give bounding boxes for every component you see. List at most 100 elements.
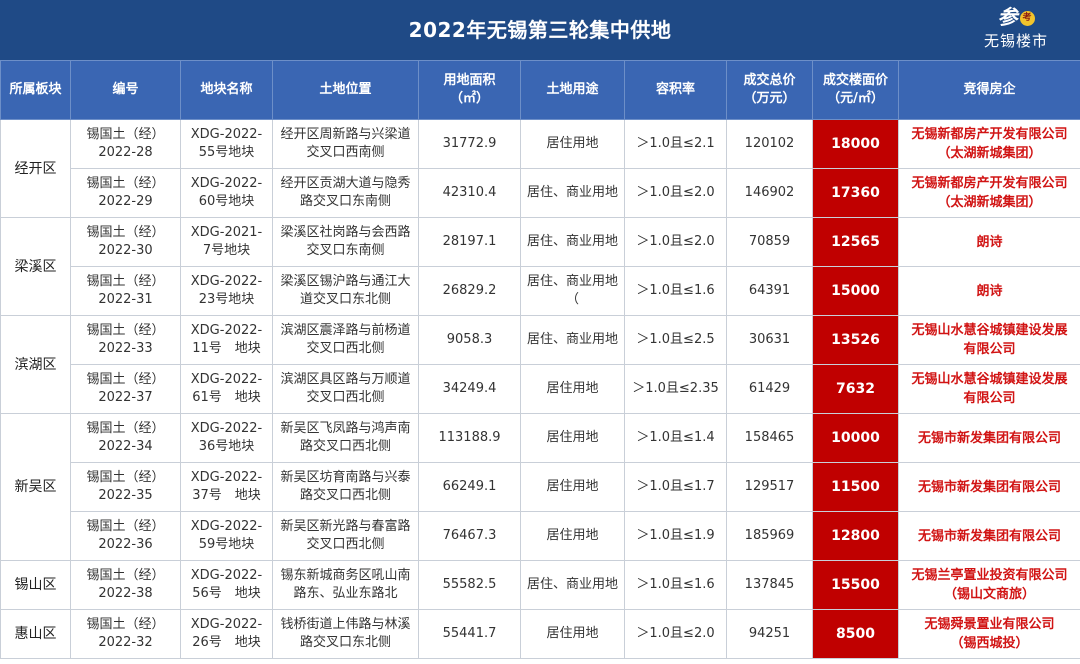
total-price-cell: 61429 [726, 364, 813, 414]
table-header-row: 所属板块 编号 地块名称 土地位置 用地面积 （㎡） 土地用途 容积率 成交总价… [0, 60, 1080, 120]
area-cell: 26829.2 [418, 266, 521, 316]
header-land-use: 土地用途 [520, 60, 625, 120]
floor-price-cell: 15500 [812, 560, 899, 610]
land-use-cell: 居住、商业用地 [520, 315, 625, 365]
total-price-cell: 94251 [726, 609, 813, 659]
id-cell: 锡国土（经） 2022-28 [70, 119, 181, 169]
plot-ratio-cell: ＞1.0且≤1.6 [624, 266, 727, 316]
land-use-cell: 居住用地 [520, 364, 625, 414]
floor-price-cell: 11500 [812, 462, 899, 512]
region-cell: 惠山区 [0, 609, 71, 659]
plot-name-cell: XDG-2022- 11号 地块 [180, 315, 273, 365]
floor-price-cell: 10000 [812, 413, 899, 463]
id-cell: 锡国土（经） 2022-38 [70, 560, 181, 610]
land-supply-table: 所属板块 编号 地块名称 土地位置 用地面积 （㎡） 土地用途 容积率 成交总价… [0, 60, 1080, 659]
plot-name-cell: XDG-2022- 36号地块 [180, 413, 273, 463]
logo-text: 无锡楼市 [983, 32, 1048, 50]
logo-badge: 考 [1019, 11, 1035, 26]
location-cell: 新吴区新光路与春富路 交叉口西北侧 [272, 511, 419, 561]
location-cell: 经开区贡湖大道与隐秀 路交叉口东南侧 [272, 168, 419, 218]
location-cell: 梁溪区锡沪路与通江大 道交叉口东北侧 [272, 266, 419, 316]
total-price-cell: 158465 [726, 413, 813, 463]
brand-logo: 参考 无锡楼市 [960, 4, 1072, 58]
plot-ratio-cell: ＞1.0且≤1.4 [624, 413, 727, 463]
floor-price-cell: 12565 [812, 217, 899, 267]
location-cell: 新吴区飞凤路与鸿声南 路交叉口西北侧 [272, 413, 419, 463]
area-cell: 34249.4 [418, 364, 521, 414]
developer-cell: 朗诗 [898, 217, 1080, 267]
floor-price-cell: 12800 [812, 511, 899, 561]
header-total-price: 成交总价 （万元） [726, 60, 813, 120]
id-cell: 锡国土（经） 2022-33 [70, 315, 181, 365]
id-cell: 锡国土（经） 2022-37 [70, 364, 181, 414]
location-cell: 钱桥街道上伟路与林溪 路交叉口东北侧 [272, 609, 419, 659]
land-use-cell: 居住用地 [520, 609, 625, 659]
plot-ratio-cell: ＞1.0且≤1.7 [624, 462, 727, 512]
plot-ratio-cell: ＞1.0且≤1.9 [624, 511, 727, 561]
table-row: 锡国土（经） 2022-29 XDG-2022- 60号地块 经开区贡湖大道与隐… [1, 168, 1080, 218]
area-cell: 113188.9 [418, 413, 521, 463]
header-area: 用地面积 （㎡） [418, 60, 521, 120]
plot-ratio-cell: ＞1.0且≤1.6 [624, 560, 727, 610]
logo-mark: 参考 [960, 4, 1072, 30]
region-cell: 滨湖区 [0, 315, 71, 414]
table-row: 惠山区 锡国土（经） 2022-32 XDG-2022- 26号 地块 钱桥街道… [0, 609, 1080, 659]
plot-name-cell: XDG-2022- 59号地块 [180, 511, 273, 561]
header-location: 土地位置 [272, 60, 419, 120]
region-cell: 锡山区 [0, 560, 71, 610]
header-id: 编号 [70, 60, 181, 120]
table-row: 经开区 锡国土（经） 2022-28 XDG-2022- 55号地块 经开区周新… [0, 119, 1080, 218]
floor-price-cell: 8500 [812, 609, 899, 659]
id-cell: 锡国土（经） 2022-31 [70, 266, 181, 316]
land-use-cell: 居住、商业用地 [520, 560, 625, 610]
plot-name-cell: XDG-2022- 55号地块 [180, 119, 273, 169]
location-cell: 滨湖区震泽路与前杨道 交叉口西北侧 [272, 315, 419, 365]
plot-ratio-cell: ＞1.0且≤2.35 [624, 364, 727, 414]
total-price-cell: 185969 [726, 511, 813, 561]
plot-ratio-cell: ＞1.0且≤2.5 [624, 315, 727, 365]
area-cell: 76467.3 [418, 511, 521, 561]
table-row: 锡国土（经） 2022-31 XDG-2022- 23号地块 梁溪区锡沪路与通江… [1, 266, 1080, 316]
location-cell: 锡东新城商务区吼山南 路东、弘业东路北 [272, 560, 419, 610]
id-cell: 锡国土（经） 2022-36 [70, 511, 181, 561]
region-cell: 梁溪区 [0, 217, 71, 316]
header-developer: 竞得房企 [898, 60, 1080, 120]
id-cell: 锡国土（经） 2022-34 [70, 413, 181, 463]
total-price-cell: 30631 [726, 315, 813, 365]
table-row: 梁溪区 锡国土（经） 2022-30 XDG-2021- 7号地块 梁溪区社岗路… [0, 217, 1080, 316]
id-cell: 锡国土（经） 2022-29 [70, 168, 181, 218]
location-cell: 梁溪区社岗路与会西路 交叉口东南侧 [272, 217, 419, 267]
plot-ratio-cell: ＞1.0且≤2.1 [624, 119, 727, 169]
developer-cell: 无锡舜景置业有限公司 （锡西城投） [898, 609, 1080, 659]
area-cell: 42310.4 [418, 168, 521, 218]
plot-ratio-cell: ＞1.0且≤2.0 [624, 168, 727, 218]
area-cell: 55582.5 [418, 560, 521, 610]
developer-cell: 无锡市新发集团有限公司 [898, 511, 1080, 561]
header-region: 所属板块 [0, 60, 71, 120]
location-cell: 滨湖区具区路与万顺道 交叉口西北侧 [272, 364, 419, 414]
land-use-cell: 居住用地 [520, 413, 625, 463]
floor-price-cell: 15000 [812, 266, 899, 316]
area-cell: 55441.7 [418, 609, 521, 659]
developer-cell: 无锡山水慧谷城镇建设发展 有限公司 [898, 364, 1080, 414]
area-cell: 66249.1 [418, 462, 521, 512]
area-cell: 31772.9 [418, 119, 521, 169]
developer-cell: 无锡山水慧谷城镇建设发展 有限公司 [898, 315, 1080, 365]
region-cell: 新吴区 [0, 413, 71, 561]
region-cell: 经开区 [0, 119, 71, 218]
plot-name-cell: XDG-2022- 37号 地块 [180, 462, 273, 512]
header-plot-ratio: 容积率 [624, 60, 727, 120]
logo-mark-char: 参 [997, 5, 1018, 29]
table-row: 锡国土（经） 2022-36 XDG-2022- 59号地块 新吴区新光路与春富… [1, 511, 1080, 561]
area-cell: 9058.3 [418, 315, 521, 365]
plot-ratio-cell: ＞1.0且≤2.0 [624, 609, 727, 659]
plot-name-cell: XDG-2022- 26号 地块 [180, 609, 273, 659]
plot-name-cell: XDG-2022- 61号 地块 [180, 364, 273, 414]
plot-name-cell: XDG-2022- 60号地块 [180, 168, 273, 218]
land-use-cell: 居住、商业用地 [520, 168, 625, 218]
plot-name-cell: XDG-2022- 23号地块 [180, 266, 273, 316]
developer-cell: 无锡兰亭置业投资有限公司 （锡山文商旅） [898, 560, 1080, 610]
developer-cell: 朗诗 [898, 266, 1080, 316]
total-price-cell: 146902 [726, 168, 813, 218]
id-cell: 锡国土（经） 2022-30 [70, 217, 181, 267]
